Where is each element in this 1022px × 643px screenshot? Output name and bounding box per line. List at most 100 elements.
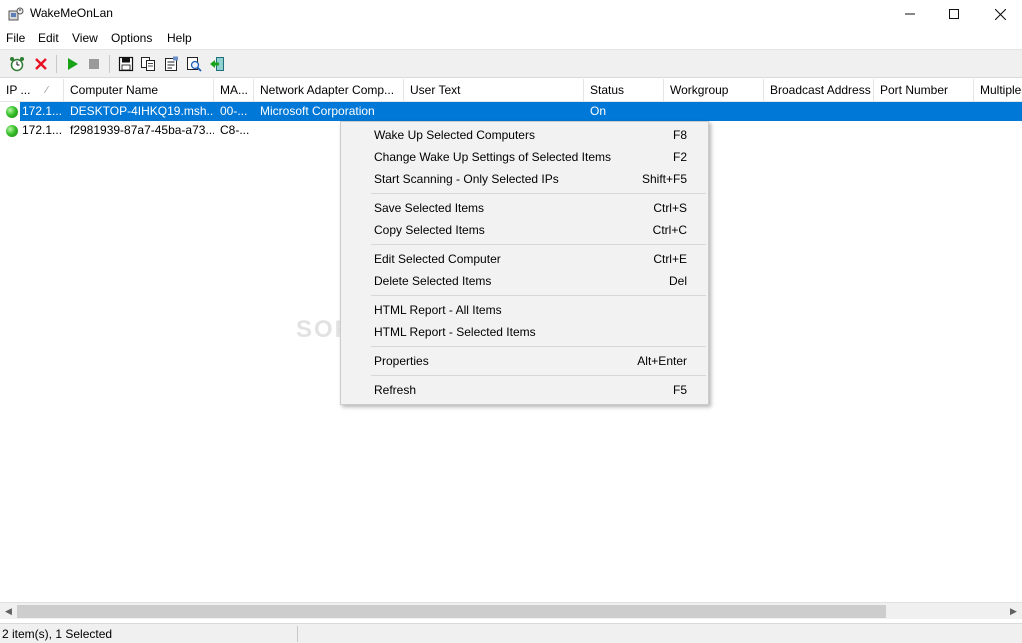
menu-item-label: Wake Up Selected Computers <box>374 128 535 142</box>
menu-item-label: HTML Report - All Items <box>374 303 502 317</box>
menu-item-shortcut: F5 <box>672 383 687 397</box>
menu-item-label: Change Wake Up Settings of Selected Item… <box>374 150 612 164</box>
column-header-mac[interactable]: MA... <box>214 79 254 102</box>
column-header-multiple[interactable]: Multiple <box>974 79 1022 102</box>
scroll-left-arrow-icon[interactable]: ◀ <box>0 603 17 620</box>
menu-options[interactable]: Options <box>111 31 152 45</box>
status-text: 2 item(s), 1 Selected <box>2 627 113 641</box>
menu-item-shortcut: Ctrl+S <box>653 201 687 215</box>
toolbar-separator <box>56 55 57 73</box>
menu-item-label: Delete Selected Items <box>374 274 492 288</box>
column-header-label: IP ... <box>6 83 31 97</box>
play-start-icon <box>68 58 78 70</box>
menu-item-wake-up-selected[interactable]: Wake Up Selected Computers F8 <box>343 124 706 146</box>
menu-item-label: Refresh <box>374 383 417 397</box>
menu-item-shortcut: Shift+F5 <box>641 172 687 186</box>
save-button[interactable] <box>116 54 136 74</box>
menu-item-properties[interactable]: Properties Alt+Enter <box>343 350 706 372</box>
status-bar: 2 item(s), 1 Selected <box>0 623 1022 643</box>
maximize-button[interactable] <box>931 0 977 28</box>
cell-computer-name: f2981939-87a7-45ba-a73... <box>70 123 214 137</box>
stop-scan-button[interactable] <box>84 54 104 74</box>
column-header-user-text[interactable]: User Text <box>404 79 584 102</box>
properties-button[interactable] <box>161 54 181 74</box>
menu-separator <box>371 346 706 347</box>
save-icon <box>118 56 134 72</box>
menu-separator <box>371 375 706 376</box>
menu-item-copy-selected[interactable]: Copy Selected Items Ctrl+C <box>343 219 706 241</box>
horizontal-scrollbar[interactable]: ◀ ▶ <box>0 602 1022 619</box>
column-header-workgroup[interactable]: Workgroup <box>664 79 764 102</box>
menu-item-delete-selected[interactable]: Delete Selected Items Del <box>343 270 706 292</box>
app-icon <box>8 7 24 21</box>
menu-item-refresh[interactable]: Refresh F5 <box>343 379 706 401</box>
start-scan-button[interactable] <box>62 54 82 74</box>
maximize-icon <box>949 9 959 19</box>
menu-help[interactable]: Help <box>167 31 192 45</box>
column-header-broadcast[interactable]: Broadcast Address <box>764 79 874 102</box>
column-header-port[interactable]: Port Number <box>874 79 974 102</box>
scrollbar-thumb[interactable] <box>17 605 886 618</box>
list-header: IP ... ∕ Computer Name MA... Network Ada… <box>0 79 1022 102</box>
scroll-right-arrow-icon[interactable]: ▶ <box>1005 603 1022 620</box>
menu-item-save-selected[interactable]: Save Selected Items Ctrl+S <box>343 197 706 219</box>
properties-icon <box>165 56 178 71</box>
menu-file[interactable]: File <box>6 31 25 45</box>
cell-status: On <box>590 104 607 118</box>
menu-separator <box>371 193 706 194</box>
exit-button[interactable] <box>207 54 227 74</box>
minimize-icon <box>905 13 915 15</box>
status-separator <box>297 626 298 642</box>
exit-icon <box>210 57 224 71</box>
menu-item-label: HTML Report - Selected Items <box>374 325 536 339</box>
menu-item-label: Copy Selected Items <box>374 223 485 237</box>
toolbar <box>0 49 1022 78</box>
cell-mac: C8-... <box>220 123 250 137</box>
menu-item-shortcut: F8 <box>672 128 687 142</box>
column-header-adapter[interactable]: Network Adapter Comp... <box>254 79 404 102</box>
delete-x-icon <box>35 58 47 70</box>
menu-item-html-report-all[interactable]: HTML Report - All Items <box>343 299 706 321</box>
find-icon <box>187 57 202 72</box>
toolbar-separator <box>109 55 110 73</box>
close-icon <box>994 8 1006 20</box>
menu-separator <box>371 244 706 245</box>
column-header-ip[interactable]: IP ... ∕ <box>0 79 64 102</box>
cell-user-text <box>404 102 584 121</box>
cell-ip: 172.1... <box>22 104 63 118</box>
menu-item-shortcut: Alt+Enter <box>637 354 687 368</box>
context-menu: Wake Up Selected Computers F8 Change Wak… <box>340 121 709 405</box>
menu-edit[interactable]: Edit <box>38 31 59 45</box>
menu-bar: File Edit View Options Help <box>0 28 1022 49</box>
cell-adapter: Microsoft Corporation <box>260 104 375 118</box>
stop-icon <box>89 59 99 69</box>
menu-item-label: Properties <box>374 354 429 368</box>
menu-item-shortcut: Ctrl+C <box>652 223 687 237</box>
delete-button[interactable] <box>31 54 51 74</box>
menu-separator <box>371 295 706 296</box>
column-header-computer-name[interactable]: Computer Name <box>64 79 214 102</box>
menu-view[interactable]: View <box>72 31 98 45</box>
cell-ip: 172.1... <box>22 123 63 137</box>
copy-icon <box>141 57 155 71</box>
alarm-clock-icon <box>10 57 24 72</box>
menu-item-edit-selected[interactable]: Edit Selected Computer Ctrl+E <box>343 248 706 270</box>
table-row[interactable]: 172.1... DESKTOP-4IHKQ19.msh... 00-... M… <box>0 102 1022 121</box>
cell-computer-name: DESKTOP-4IHKQ19.msh... <box>70 104 214 118</box>
minimize-button[interactable] <box>887 0 933 28</box>
find-button[interactable] <box>184 54 204 74</box>
copy-button[interactable] <box>138 54 158 74</box>
menu-item-shortcut: Del <box>668 274 687 288</box>
wake-up-button[interactable] <box>7 54 27 74</box>
title-bar: WakeMeOnLan <box>0 0 1022 28</box>
menu-item-start-scanning-selected[interactable]: Start Scanning - Only Selected IPs Shift… <box>343 168 706 190</box>
column-header-status[interactable]: Status <box>584 79 664 102</box>
menu-item-label: Start Scanning - Only Selected IPs <box>374 172 559 186</box>
menu-item-change-wake-settings[interactable]: Change Wake Up Settings of Selected Item… <box>343 146 706 168</box>
menu-item-html-report-selected[interactable]: HTML Report - Selected Items <box>343 321 706 343</box>
close-button[interactable] <box>977 0 1022 28</box>
menu-item-label: Save Selected Items <box>374 201 485 215</box>
menu-item-shortcut: F2 <box>672 150 687 164</box>
window-title: WakeMeOnLan <box>30 6 113 20</box>
cell-mac: 00-... <box>220 104 248 118</box>
